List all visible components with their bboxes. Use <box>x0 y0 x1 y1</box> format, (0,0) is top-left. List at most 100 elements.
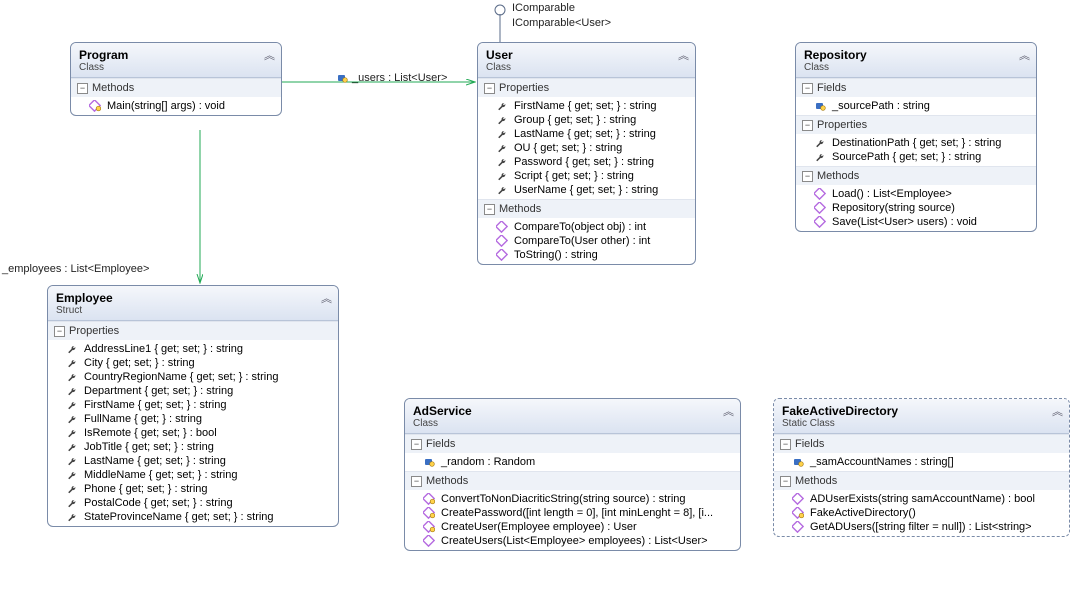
collapse-chevron-icon[interactable]: ︽ <box>264 47 275 63</box>
member-row[interactable]: _random : Random <box>405 455 740 469</box>
member-row[interactable]: ADUserExists(string samAccountName) : bo… <box>774 492 1069 506</box>
member-label: FirstName { get; set; } : string <box>514 100 656 112</box>
member-row[interactable]: GetADUsers([string filter = null]) : Lis… <box>774 520 1069 534</box>
member-row[interactable]: City { get; set; } : string <box>48 356 338 370</box>
class-header[interactable]: Employee Struct ︽ <box>48 286 338 321</box>
class-header[interactable]: Repository Class ︽ <box>796 43 1036 78</box>
minus-icon: − <box>54 326 65 337</box>
method-icon <box>792 507 804 519</box>
member-row[interactable]: FullName { get; } : string <box>48 412 338 426</box>
member-row[interactable]: LastName { get; set; } : string <box>48 454 338 468</box>
member-row[interactable]: CreateUser(Employee employee) : User <box>405 520 740 534</box>
member-row[interactable]: Phone { get; set; } : string <box>48 482 338 496</box>
member-label: ADUserExists(string samAccountName) : bo… <box>810 493 1035 505</box>
interface-label-icomparable-user: IComparable<User> <box>512 17 611 29</box>
member-row[interactable]: OU { get; set; } : string <box>478 141 695 155</box>
method-icon <box>814 216 826 228</box>
class-box-fakeactivedirectory[interactable]: FakeActiveDirectory Static Class ︽ −Fiel… <box>773 398 1070 537</box>
member-row[interactable]: SourcePath { get; set; } : string <box>796 150 1036 164</box>
property-icon <box>66 385 78 397</box>
member-row[interactable]: PostalCode { get; set; } : string <box>48 496 338 510</box>
property-icon <box>814 151 826 163</box>
property-icon <box>496 142 508 154</box>
method-icon <box>814 202 826 214</box>
member-row[interactable]: CreateUsers(List<Employee> employees) : … <box>405 534 740 548</box>
class-header[interactable]: User Class ︽ <box>478 43 695 78</box>
member-row[interactable]: FakeActiveDirectory() <box>774 506 1069 520</box>
class-box-employee[interactable]: Employee Struct ︽ −PropertiesAddressLine… <box>47 285 339 527</box>
member-label: IsRemote { get; set; } : bool <box>84 427 217 439</box>
property-icon <box>496 128 508 140</box>
collapse-chevron-icon[interactable]: ︽ <box>723 403 734 419</box>
collapse-chevron-icon[interactable]: ︽ <box>1019 47 1030 63</box>
property-icon <box>496 184 508 196</box>
member-row[interactable]: _sourcePath : string <box>796 99 1036 113</box>
member-row[interactable]: Save(List<User> users) : void <box>796 215 1036 229</box>
class-header[interactable]: Program Class ︽ <box>71 43 281 78</box>
method-icon <box>496 221 508 233</box>
class-kind: Class <box>413 418 732 429</box>
class-header[interactable]: FakeActiveDirectory Static Class ︽ <box>774 399 1069 434</box>
method-icon <box>423 535 435 547</box>
property-icon <box>66 469 78 481</box>
member-row[interactable]: ToString() : string <box>478 248 695 262</box>
method-icon <box>496 235 508 247</box>
member-row[interactable]: Script { get; set; } : string <box>478 169 695 183</box>
method-icon <box>423 493 435 505</box>
member-row[interactable]: CompareTo(object obj) : int <box>478 220 695 234</box>
member-label: JobTitle { get; set; } : string <box>84 441 214 453</box>
member-row[interactable]: Repository(string source) <box>796 201 1036 215</box>
member-label: ConvertToNonDiacriticString(string sourc… <box>441 493 686 505</box>
member-row[interactable]: Main(string[] args) : void <box>71 99 281 113</box>
member-label: FirstName { get; set; } : string <box>84 399 226 411</box>
interface-label-icomparable: IComparable <box>512 2 575 14</box>
class-box-adservice[interactable]: AdService Class ︽ −Fields_random : Rando… <box>404 398 741 551</box>
class-kind: Class <box>486 62 687 73</box>
property-icon <box>66 483 78 495</box>
minus-icon: − <box>780 439 791 450</box>
class-box-user[interactable]: User Class ︽ −PropertiesFirstName { get;… <box>477 42 696 265</box>
member-row[interactable]: CompareTo(User other) : int <box>478 234 695 248</box>
collapse-chevron-icon[interactable]: ︽ <box>1052 403 1063 419</box>
minus-icon: − <box>802 171 813 182</box>
member-label: _samAccountNames : string[] <box>810 456 954 468</box>
property-icon <box>66 413 78 425</box>
member-label: ToString() : string <box>514 249 598 261</box>
member-row[interactable]: JobTitle { get; set; } : string <box>48 440 338 454</box>
minus-icon: − <box>802 83 813 94</box>
member-row[interactable]: Password { get; set; } : string <box>478 155 695 169</box>
member-label: Repository(string source) <box>832 202 955 214</box>
member-row[interactable]: Group { get; set; } : string <box>478 113 695 127</box>
member-row[interactable]: Department { get; set; } : string <box>48 384 338 398</box>
member-row[interactable]: _samAccountNames : string[] <box>774 455 1069 469</box>
member-row[interactable]: MiddleName { get; set; } : string <box>48 468 338 482</box>
member-label: Department { get; set; } : string <box>84 385 233 397</box>
member-row[interactable]: Load() : List<Employee> <box>796 187 1036 201</box>
member-row[interactable]: IsRemote { get; set; } : bool <box>48 426 338 440</box>
member-row[interactable]: AddressLine1 { get; set; } : string <box>48 342 338 356</box>
collapse-chevron-icon[interactable]: ︽ <box>321 290 332 306</box>
member-row[interactable]: UserName { get; set; } : string <box>478 183 695 197</box>
member-row[interactable]: CountryRegionName { get; set; } : string <box>48 370 338 384</box>
minus-icon: − <box>484 83 495 94</box>
member-row[interactable]: DestinationPath { get; set; } : string <box>796 136 1036 150</box>
member-label: Main(string[] args) : void <box>107 100 225 112</box>
class-title: Employee <box>56 291 330 305</box>
collapse-chevron-icon[interactable]: ︽ <box>678 47 689 63</box>
member-label: DestinationPath { get; set; } : string <box>832 137 1001 149</box>
class-box-repository[interactable]: Repository Class ︽ −Fields_sourcePath : … <box>795 42 1037 232</box>
member-row[interactable]: FirstName { get; set; } : string <box>478 99 695 113</box>
member-label: UserName { get; set; } : string <box>514 184 658 196</box>
member-row[interactable]: LastName { get; set; } : string <box>478 127 695 141</box>
field-icon <box>792 456 804 468</box>
member-row[interactable]: CreatePassword([int length = 0], [int mi… <box>405 506 740 520</box>
member-row[interactable]: StateProvinceName { get; set; } : string <box>48 510 338 524</box>
member-row[interactable]: ConvertToNonDiacriticString(string sourc… <box>405 492 740 506</box>
class-header[interactable]: AdService Class ︽ <box>405 399 740 434</box>
member-row[interactable]: FirstName { get; set; } : string <box>48 398 338 412</box>
member-label: LastName { get; set; } : string <box>84 455 226 467</box>
class-box-program[interactable]: Program Class ︽ −Methods Main(string[] a… <box>70 42 282 116</box>
member-label: FullName { get; } : string <box>84 413 202 425</box>
property-icon <box>496 170 508 182</box>
minus-icon: − <box>484 204 495 215</box>
